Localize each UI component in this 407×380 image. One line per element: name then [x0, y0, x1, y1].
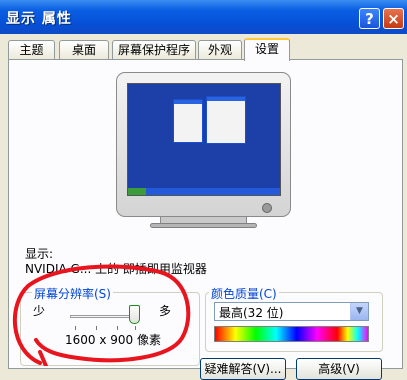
chevron-down-icon[interactable]: ▼ — [350, 303, 368, 320]
close-button[interactable]: × — [383, 8, 404, 29]
slider-tick — [96, 326, 97, 330]
resolution-min-label: 少 — [33, 304, 46, 318]
slider-tick — [135, 326, 136, 330]
display-device-name: NVIDIA G... 上的 即插即用监视器 — [25, 262, 207, 276]
color-quality-value: 最高(32 位) — [219, 306, 284, 320]
preview-window — [206, 96, 246, 144]
color-spectrum-preview — [214, 326, 369, 342]
resolution-slider-thumb[interactable] — [129, 305, 140, 324]
tab-appearance[interactable]: 外观 — [198, 40, 242, 60]
color-quality-select[interactable]: 最高(32 位) ▼ — [214, 302, 369, 321]
resolution-max-label: 多 — [159, 304, 172, 318]
preview-taskbar — [128, 188, 280, 195]
power-button-icon — [262, 203, 272, 213]
slider-tick — [75, 326, 76, 330]
tab-desktop[interactable]: 桌面 — [59, 40, 109, 60]
slider-tick — [117, 326, 118, 330]
window-title: 显示 属性 — [6, 11, 72, 27]
preview-window — [173, 99, 203, 143]
advanced-button[interactable]: 高级(V) — [296, 358, 382, 380]
resolution-group-title: 屏幕分辨率(S) — [32, 285, 113, 302]
desktop-preview — [127, 83, 281, 196]
monitor-base — [150, 223, 257, 228]
resolution-value: 1600 x 900 像素 — [65, 333, 161, 347]
help-button[interactable]: ? — [359, 8, 380, 29]
monitor-preview — [116, 72, 291, 217]
tab-screensaver[interactable]: 屏幕保护程序 — [112, 40, 196, 60]
preview-start-button — [128, 188, 146, 195]
resolution-group — [20, 292, 200, 366]
troubleshoot-button[interactable]: 疑难解答(V)... — [200, 358, 286, 380]
title-bar[interactable]: 显示 属性 ? × — [0, 0, 407, 34]
tab-themes[interactable]: 主题 — [8, 40, 55, 60]
tab-settings[interactable]: 设置 — [244, 38, 290, 61]
color-quality-group-title: 颜色质量(C) — [209, 285, 279, 302]
